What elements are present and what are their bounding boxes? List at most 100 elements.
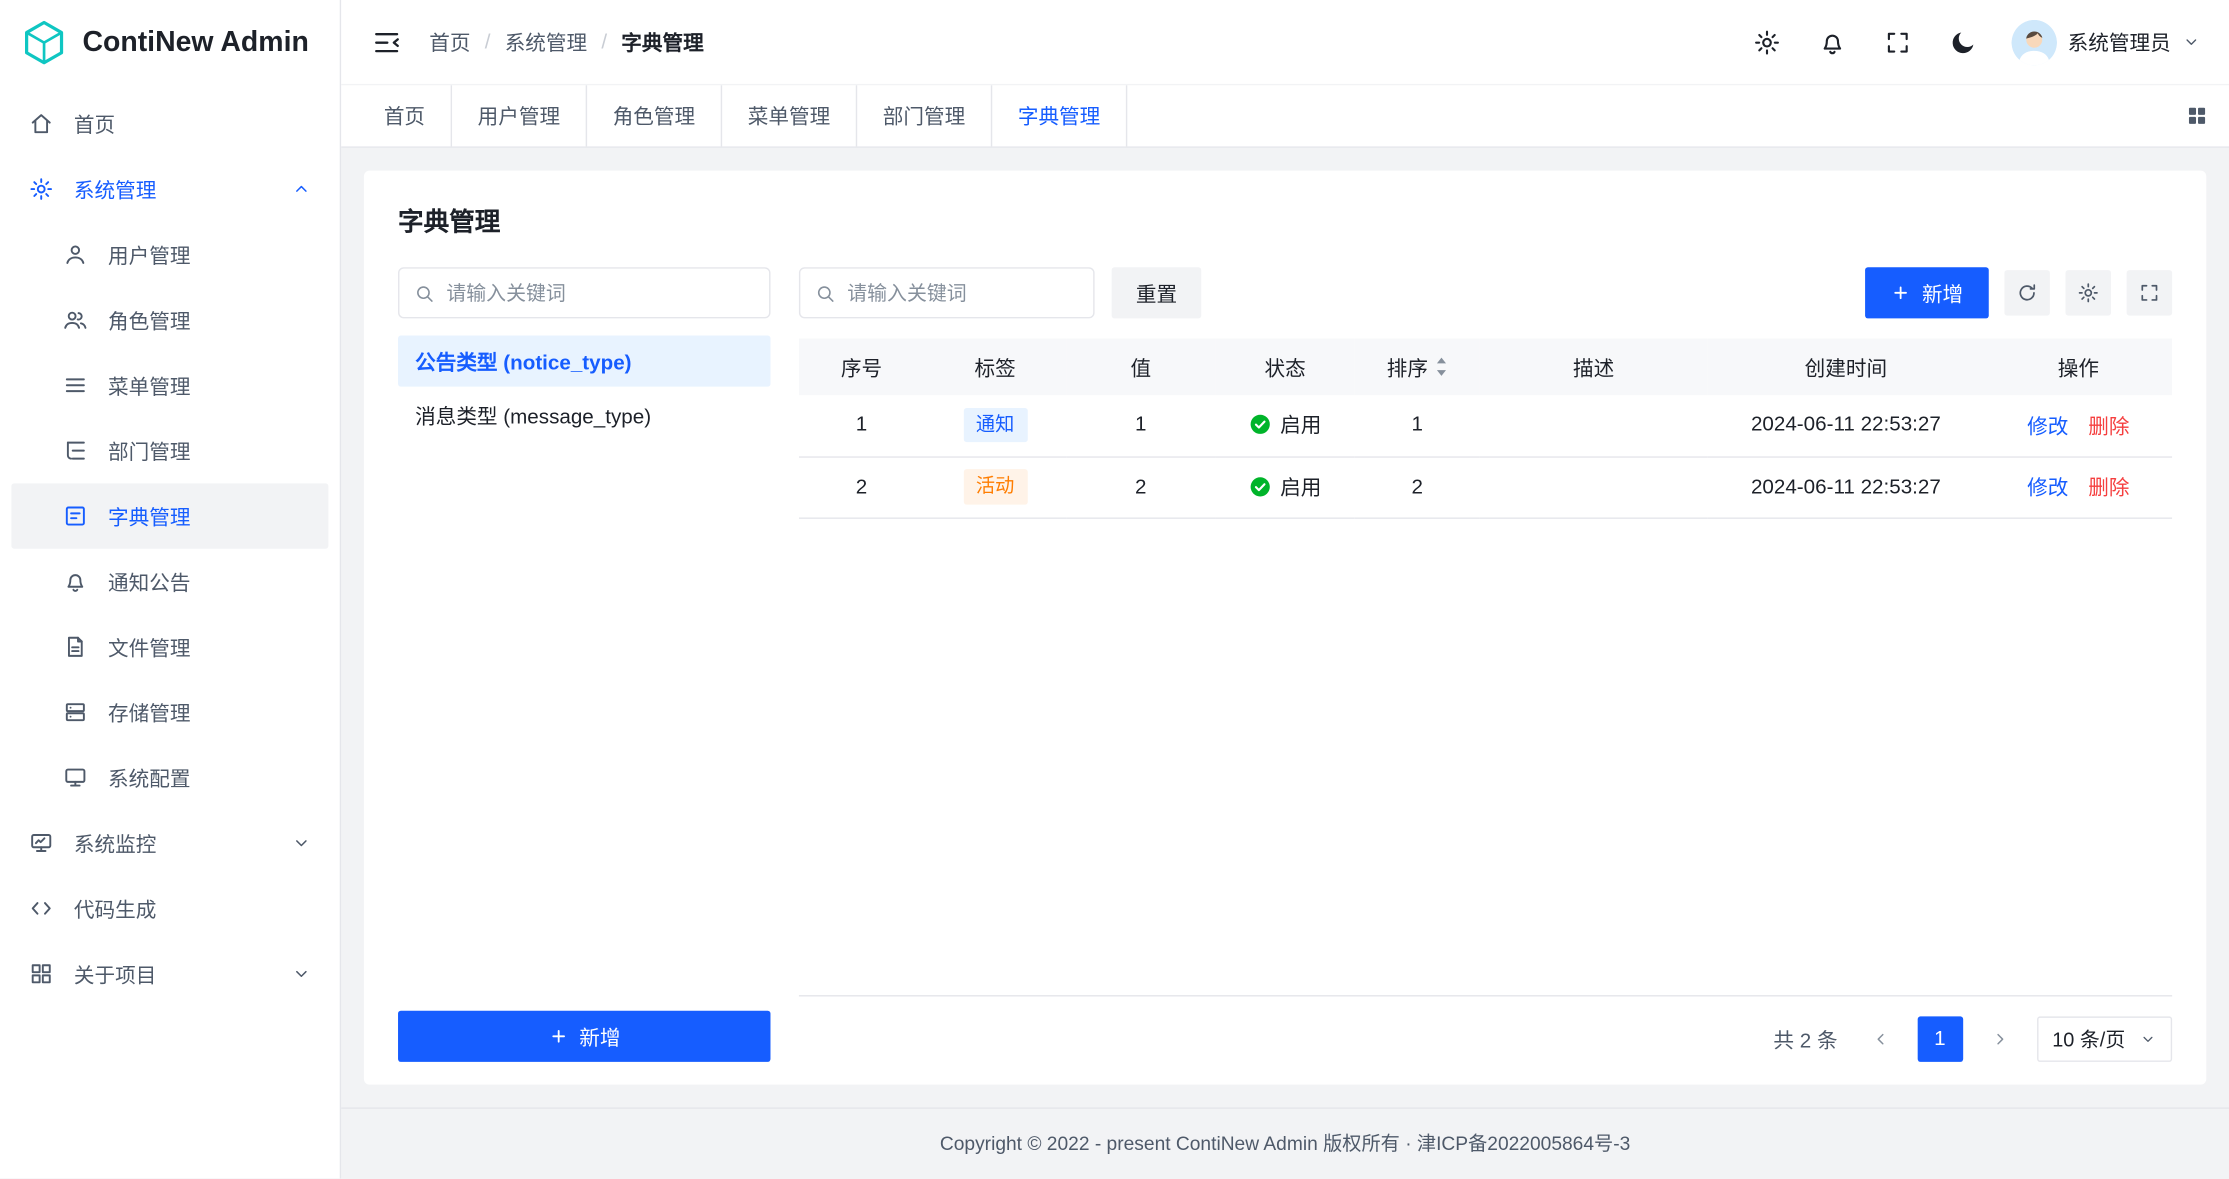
add-dict-button[interactable]: 新增 — [398, 1011, 770, 1062]
display-icon — [63, 765, 89, 791]
sort-carets-icon[interactable] — [1434, 355, 1448, 378]
page-1-button[interactable]: 1 — [1917, 1017, 1962, 1062]
user-menu[interactable]: 系统管理员 — [2011, 19, 2201, 64]
dict-item-notice-type[interactable]: 公告类型 (notice_type) — [398, 335, 770, 386]
tab-role-management[interactable]: 角色管理 — [587, 85, 722, 146]
cell-sort: 2 — [1355, 456, 1480, 517]
col-header-created-at: 创建时间 — [1707, 338, 1984, 395]
notifications-button[interactable] — [1815, 25, 1849, 59]
refresh-button[interactable] — [2004, 270, 2049, 315]
avatar-image — [2011, 19, 2056, 64]
search-icon — [815, 282, 836, 303]
tab-dict-management[interactable]: 字典管理 — [992, 85, 1127, 146]
edit-link[interactable]: 修改 — [2027, 416, 2068, 439]
sidebar-collapse-button[interactable] — [367, 22, 407, 62]
fullscreen-icon — [1883, 28, 1911, 56]
tab-home[interactable]: 首页 — [358, 85, 452, 146]
edit-link[interactable]: 修改 — [2027, 478, 2068, 501]
chevron-up-icon — [291, 179, 311, 199]
sidebar-item-notice[interactable]: 通知公告 — [11, 549, 328, 614]
dict-item-message-type[interactable]: 消息类型 (message_type) — [398, 390, 770, 441]
sidebar-item-system-config[interactable]: 系统配置 — [11, 745, 328, 810]
cell-created-at: 2024-06-11 22:53:27 — [1707, 456, 1984, 517]
sidebar-item-label: 用户管理 — [108, 240, 190, 270]
sidebar-item-code-generation[interactable]: 代码生成 — [11, 876, 328, 941]
gear-icon — [2077, 281, 2100, 304]
prev-page-button[interactable] — [1857, 1017, 1902, 1062]
app-logo[interactable]: ContiNew Admin — [0, 0, 340, 85]
cell-value: 1 — [1066, 395, 1215, 456]
search-icon — [414, 282, 435, 303]
dict-search-input[interactable] — [446, 281, 754, 304]
sidebar-item-label: 字典管理 — [108, 501, 190, 531]
tab-bar: 首页 用户管理 角色管理 菜单管理 部门管理 字典管理 — [341, 85, 2229, 148]
cell-description — [1480, 456, 1707, 517]
col-header-status: 状态 — [1215, 338, 1354, 395]
table-settings-button[interactable] — [2066, 270, 2111, 315]
username: 系统管理员 — [2068, 27, 2171, 57]
reset-button[interactable]: 重置 — [1112, 267, 1202, 318]
col-header-sort-label: 排序 — [1387, 352, 1428, 382]
chevron-down-icon — [2182, 33, 2200, 51]
breadcrumb-item[interactable]: 首页 — [429, 27, 470, 57]
status-success-icon — [1249, 476, 1270, 497]
grid-icon — [28, 961, 54, 987]
code-icon — [28, 896, 54, 922]
col-header-sort[interactable]: 排序 — [1355, 338, 1480, 395]
dark-mode-toggle[interactable] — [1945, 25, 1979, 59]
next-page-button[interactable] — [1977, 1017, 2022, 1062]
main-area: 首页 / 系统管理 / 字典管理 — [341, 0, 2229, 1179]
sidebar-item-role-management[interactable]: 角色管理 — [11, 287, 328, 352]
add-item-button[interactable]: 新增 — [1865, 267, 1989, 318]
breadcrumb-item[interactable]: 系统管理 — [505, 27, 587, 57]
fullscreen-button[interactable] — [1880, 25, 1914, 59]
item-search-box — [799, 267, 1095, 318]
table-toolbar: 重置 新增 — [799, 267, 2172, 318]
sidebar-item-dict-management[interactable]: 字典管理 — [11, 483, 328, 548]
item-search-input[interactable] — [847, 281, 1079, 304]
col-header-actions: 操作 — [1984, 338, 2172, 395]
tree-icon — [63, 438, 89, 464]
sidebar-item-user-management[interactable]: 用户管理 — [11, 222, 328, 287]
dict-management-card: 字典管理 公告类型 (notice_type) — [364, 171, 2206, 1086]
table-fullscreen-button[interactable] — [2127, 270, 2172, 315]
tab-menu-management[interactable]: 菜单管理 — [722, 85, 857, 146]
sidebar-item-file-management[interactable]: 文件管理 — [11, 614, 328, 679]
sidebar-item-home[interactable]: 首页 — [11, 91, 328, 156]
cell-tag: 活动 — [924, 456, 1066, 517]
tab-label: 菜单管理 — [748, 101, 830, 131]
table-container: 序号 标签 值 状态 排序 — [799, 338, 2172, 997]
gear-icon — [28, 176, 54, 202]
avatar — [2011, 19, 2056, 64]
add-dict-label: 新增 — [579, 1022, 620, 1052]
file-icon — [63, 634, 89, 660]
sidebar-group-system-monitor[interactable]: 系统监控 — [11, 810, 328, 875]
grid-icon — [2185, 104, 2209, 128]
tab-department-management[interactable]: 部门管理 — [857, 85, 992, 146]
status-label: 启用 — [1280, 410, 1321, 440]
cell-actions: 修改删除 — [1984, 456, 2172, 517]
sidebar-item-department-management[interactable]: 部门管理 — [11, 418, 328, 483]
sidebar-item-menu-management[interactable]: 菜单管理 — [11, 353, 328, 418]
delete-link[interactable]: 删除 — [2088, 478, 2129, 501]
cell-actions: 修改删除 — [1984, 395, 2172, 456]
sidebar-item-storage-management[interactable]: 存储管理 — [11, 680, 328, 745]
page-size-select[interactable]: 10 条/页 — [2037, 1017, 2173, 1062]
table-row: 2 活动 2 启用 — [799, 456, 2172, 517]
chevron-down-icon — [291, 964, 311, 984]
delete-link[interactable]: 删除 — [2088, 416, 2129, 439]
settings-button[interactable] — [1749, 25, 1783, 59]
table-header-row: 序号 标签 值 状态 排序 — [799, 338, 2172, 395]
bell-icon — [1817, 28, 1845, 56]
sidebar-group-system-management[interactable]: 系统管理 — [11, 156, 328, 221]
chevron-right-icon — [1990, 1030, 2010, 1050]
sidebar-group-about-project[interactable]: 关于项目 — [11, 941, 328, 1006]
tab-label: 角色管理 — [613, 101, 695, 131]
sidebar-item-label: 系统管理 — [74, 174, 156, 204]
tab-user-management[interactable]: 用户管理 — [452, 85, 587, 146]
tab-label: 部门管理 — [883, 101, 965, 131]
breadcrumb: 首页 / 系统管理 / 字典管理 — [429, 27, 703, 57]
cell-index: 1 — [799, 395, 924, 456]
tab-list-button[interactable] — [2165, 85, 2229, 146]
app-logo-icon — [20, 18, 68, 66]
